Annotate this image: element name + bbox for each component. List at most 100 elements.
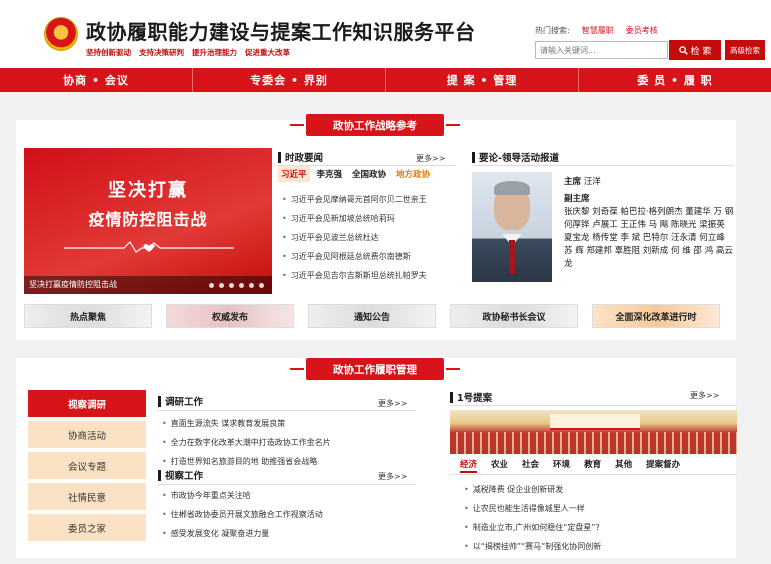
slogan: 支持决策研判 <box>139 48 184 57</box>
stage <box>550 414 640 430</box>
section-bar <box>158 469 161 481</box>
list-item[interactable]: 住郴省政协委员开展文旅融合工作视察活动 <box>162 505 420 524</box>
tab-economy[interactable]: 经济 <box>460 458 478 473</box>
divider <box>450 405 737 406</box>
tile-secretary-general-meeting[interactable]: 政协秘书长会议 <box>450 304 578 328</box>
hot-search-label: 热门搜索: <box>535 26 570 35</box>
news-more-link[interactable]: 更多>> <box>416 153 445 164</box>
research-section-title: 调研工作 <box>165 397 204 408</box>
vice-chair-label: 副主席 <box>564 194 590 204</box>
tab-education[interactable]: 教育 <box>584 458 601 473</box>
chair-name[interactable]: 汪洋 <box>584 177 601 187</box>
section-ribbon: 政协工作战略参考 <box>290 114 460 136</box>
list-item[interactable]: 习近平会见吉尔吉斯斯坦总统扎帕罗夫 <box>282 266 462 285</box>
proposal-category-tabs: 经济 农业 社会 环境 教育 其他 提案督办 <box>460 458 680 473</box>
list-item[interactable]: 以“揭榜挂帅”“赛马”制强化协同创新 <box>464 537 734 556</box>
proposal-section-title: 1号提案 <box>457 393 493 404</box>
tab-society[interactable]: 社会 <box>522 458 539 473</box>
side-menu-inspection[interactable]: 视察调研 <box>28 390 146 417</box>
side-menu-public-opinion[interactable]: 社情民意 <box>28 483 146 510</box>
strategy-panel: 政协工作战略参考 坚决打赢 疫情防控阻击战 坚决打赢疫情防控阻击战 时政要闻 更… <box>16 114 736 340</box>
heartbeat-icon <box>64 241 234 253</box>
side-menu-consultation[interactable]: 协商活动 <box>28 421 146 448</box>
leader-photo[interactable] <box>472 172 552 282</box>
hot-keyword-link[interactable]: 智慧履职 <box>582 25 614 36</box>
nav-item-consultation[interactable]: 协商 • 会议 <box>0 68 193 92</box>
advanced-search-button[interactable]: 高级检索 <box>725 40 765 60</box>
list-item[interactable]: 习近平会见阿根廷总统费尔南德斯 <box>282 247 462 266</box>
duty-management-panel: 政协工作履职管理 视察调研 协商活动 会议专题 社情民意 委员之家 调研工作 更… <box>16 358 737 558</box>
leader-hair <box>494 181 530 195</box>
list-item[interactable]: 感受发展变化 凝聚奋进力量 <box>162 524 420 543</box>
list-item[interactable]: 减税降费 促企业创新研发 <box>464 480 734 499</box>
research-list: 直面生源流失 谋求教育发展良策 全力在数字化改革大潮中打造政协工作金名片 打造世… <box>162 414 420 471</box>
slogans: 坚持创新驱动 支持决策研判 提升治理能力 促进重大改革 <box>86 47 290 58</box>
tab-xi[interactable]: 习近平 <box>278 166 310 182</box>
inspection-more-link[interactable]: 更多>> <box>378 471 407 482</box>
carousel-dot[interactable] <box>209 283 214 288</box>
feature-tiles: 热点聚焦 权威发布 通知公告 政协秘书长会议 全面深化改革进行时 <box>24 304 720 328</box>
section-bar <box>472 151 475 163</box>
tab-agriculture[interactable]: 农业 <box>491 458 508 473</box>
list-item[interactable]: 市政协今年重点关注哈 <box>162 486 420 505</box>
carousel-dot[interactable] <box>249 283 254 288</box>
tab-other[interactable]: 其他 <box>615 458 632 473</box>
news-tabs: 习近平 李克强 全国政协 地方政协 <box>278 166 433 182</box>
list-item[interactable]: 直面生源流失 谋求教育发展良策 <box>162 414 420 433</box>
hot-keyword-link[interactable]: 委员考核 <box>626 25 658 36</box>
plenary-photo[interactable] <box>450 410 737 454</box>
list-item[interactable]: 制造业立市,广州如何稳住“定盘星”? <box>464 518 734 537</box>
tile-authoritative-release[interactable]: 权威发布 <box>166 304 294 328</box>
tab-environment[interactable]: 环境 <box>553 458 570 473</box>
side-menu-meetings[interactable]: 会议专题 <box>28 452 146 479</box>
side-menu: 视察调研 协商活动 会议专题 社情民意 委员之家 <box>28 390 146 545</box>
divider <box>158 410 416 411</box>
main-nav: 协商 • 会议 专委会 • 界别 提 案 • 管理 委 员 • 履 职 <box>0 68 771 92</box>
slogan: 促进重大改革 <box>245 48 290 57</box>
tile-notices[interactable]: 通知公告 <box>308 304 436 328</box>
search-button[interactable]: 检 索 <box>669 40 721 60</box>
tab-proposal-supervision[interactable]: 提案督办 <box>646 458 680 473</box>
proposal-more-link[interactable]: 更多>> <box>690 390 719 401</box>
section-ribbon: 政协工作履职管理 <box>290 358 460 380</box>
section-bar <box>158 395 161 407</box>
list-item[interactable]: 让农民也能生活得像城里人一样 <box>464 499 734 518</box>
inspection-section-title: 视察工作 <box>165 471 204 482</box>
banner-subheadline: 疫情防控阻击战 <box>88 210 208 229</box>
tab-national-cppcc[interactable]: 全国政协 <box>349 166 389 182</box>
nav-item-members[interactable]: 委 员 • 履 职 <box>579 68 771 92</box>
banner-headline: 坚决打赢 <box>108 180 188 201</box>
search-input[interactable] <box>535 41 668 59</box>
cppcc-emblem-icon <box>44 17 78 51</box>
tile-deepening-reform[interactable]: 全面深化改革进行时 <box>592 304 720 328</box>
carousel-dot[interactable] <box>259 283 264 288</box>
news-section-title: 时政要闻 <box>285 153 324 164</box>
search-icon <box>678 45 688 55</box>
side-menu-members-home[interactable]: 委员之家 <box>28 514 146 541</box>
carousel-dot[interactable] <box>229 283 234 288</box>
research-more-link[interactable]: 更多>> <box>378 398 407 409</box>
tile-hot-topics[interactable]: 热点聚焦 <box>24 304 152 328</box>
list-item[interactable]: 全力在数字化改革大潮中打造政协工作金名片 <box>162 433 420 452</box>
leader-tie <box>509 240 515 274</box>
carousel-dot[interactable] <box>219 283 224 288</box>
proposal-list: 减税降费 促企业创新研发 让农民也能生活得像城里人一样 制造业立市,广州如何稳住… <box>464 480 734 556</box>
list-item[interactable]: 习近平会见波兰总统杜达 <box>282 228 462 247</box>
leaders-section-title: 要论-领导活动报道 <box>479 153 559 164</box>
seats <box>450 432 737 454</box>
header: 政协履职能力建设与提案工作知识服务平台 坚持创新驱动 支持决策研判 提升治理能力… <box>0 0 771 68</box>
nav-item-committees[interactable]: 专委会 • 界别 <box>193 68 386 92</box>
nav-item-proposals[interactable]: 提 案 • 管理 <box>386 68 579 92</box>
carousel-banner[interactable]: 坚决打赢 疫情防控阻击战 坚决打赢疫情防控阻击战 <box>24 148 272 294</box>
section-bar <box>450 391 453 403</box>
carousel-dot[interactable] <box>239 283 244 288</box>
list-item[interactable]: 习近平会见新加坡总统哈莉玛 <box>282 209 462 228</box>
tab-local-cppcc[interactable]: 地方政协 <box>393 166 433 182</box>
site-title: 政协履职能力建设与提案工作知识服务平台 <box>86 20 476 44</box>
vice-chair-names[interactable]: 张庆黎 刘奇葆 帕巴拉·格列朗杰 董建华 万 钢 何厚铧 卢展工 王正伟 马 飚… <box>564 206 734 271</box>
list-item[interactable]: 习近平会见摩纳哥元首阿尔贝二世亲王 <box>282 190 462 209</box>
tab-li[interactable]: 李克强 <box>314 166 346 182</box>
divider <box>450 474 737 475</box>
news-list: 习近平会见摩纳哥元首阿尔贝二世亲王 习近平会见新加坡总统哈莉玛 习近平会见波兰总… <box>282 190 462 285</box>
leader-roster: 主席 汪洋 副主席 张庆黎 刘奇葆 帕巴拉·格列朗杰 董建华 万 钢 何厚铧 卢… <box>564 176 734 271</box>
